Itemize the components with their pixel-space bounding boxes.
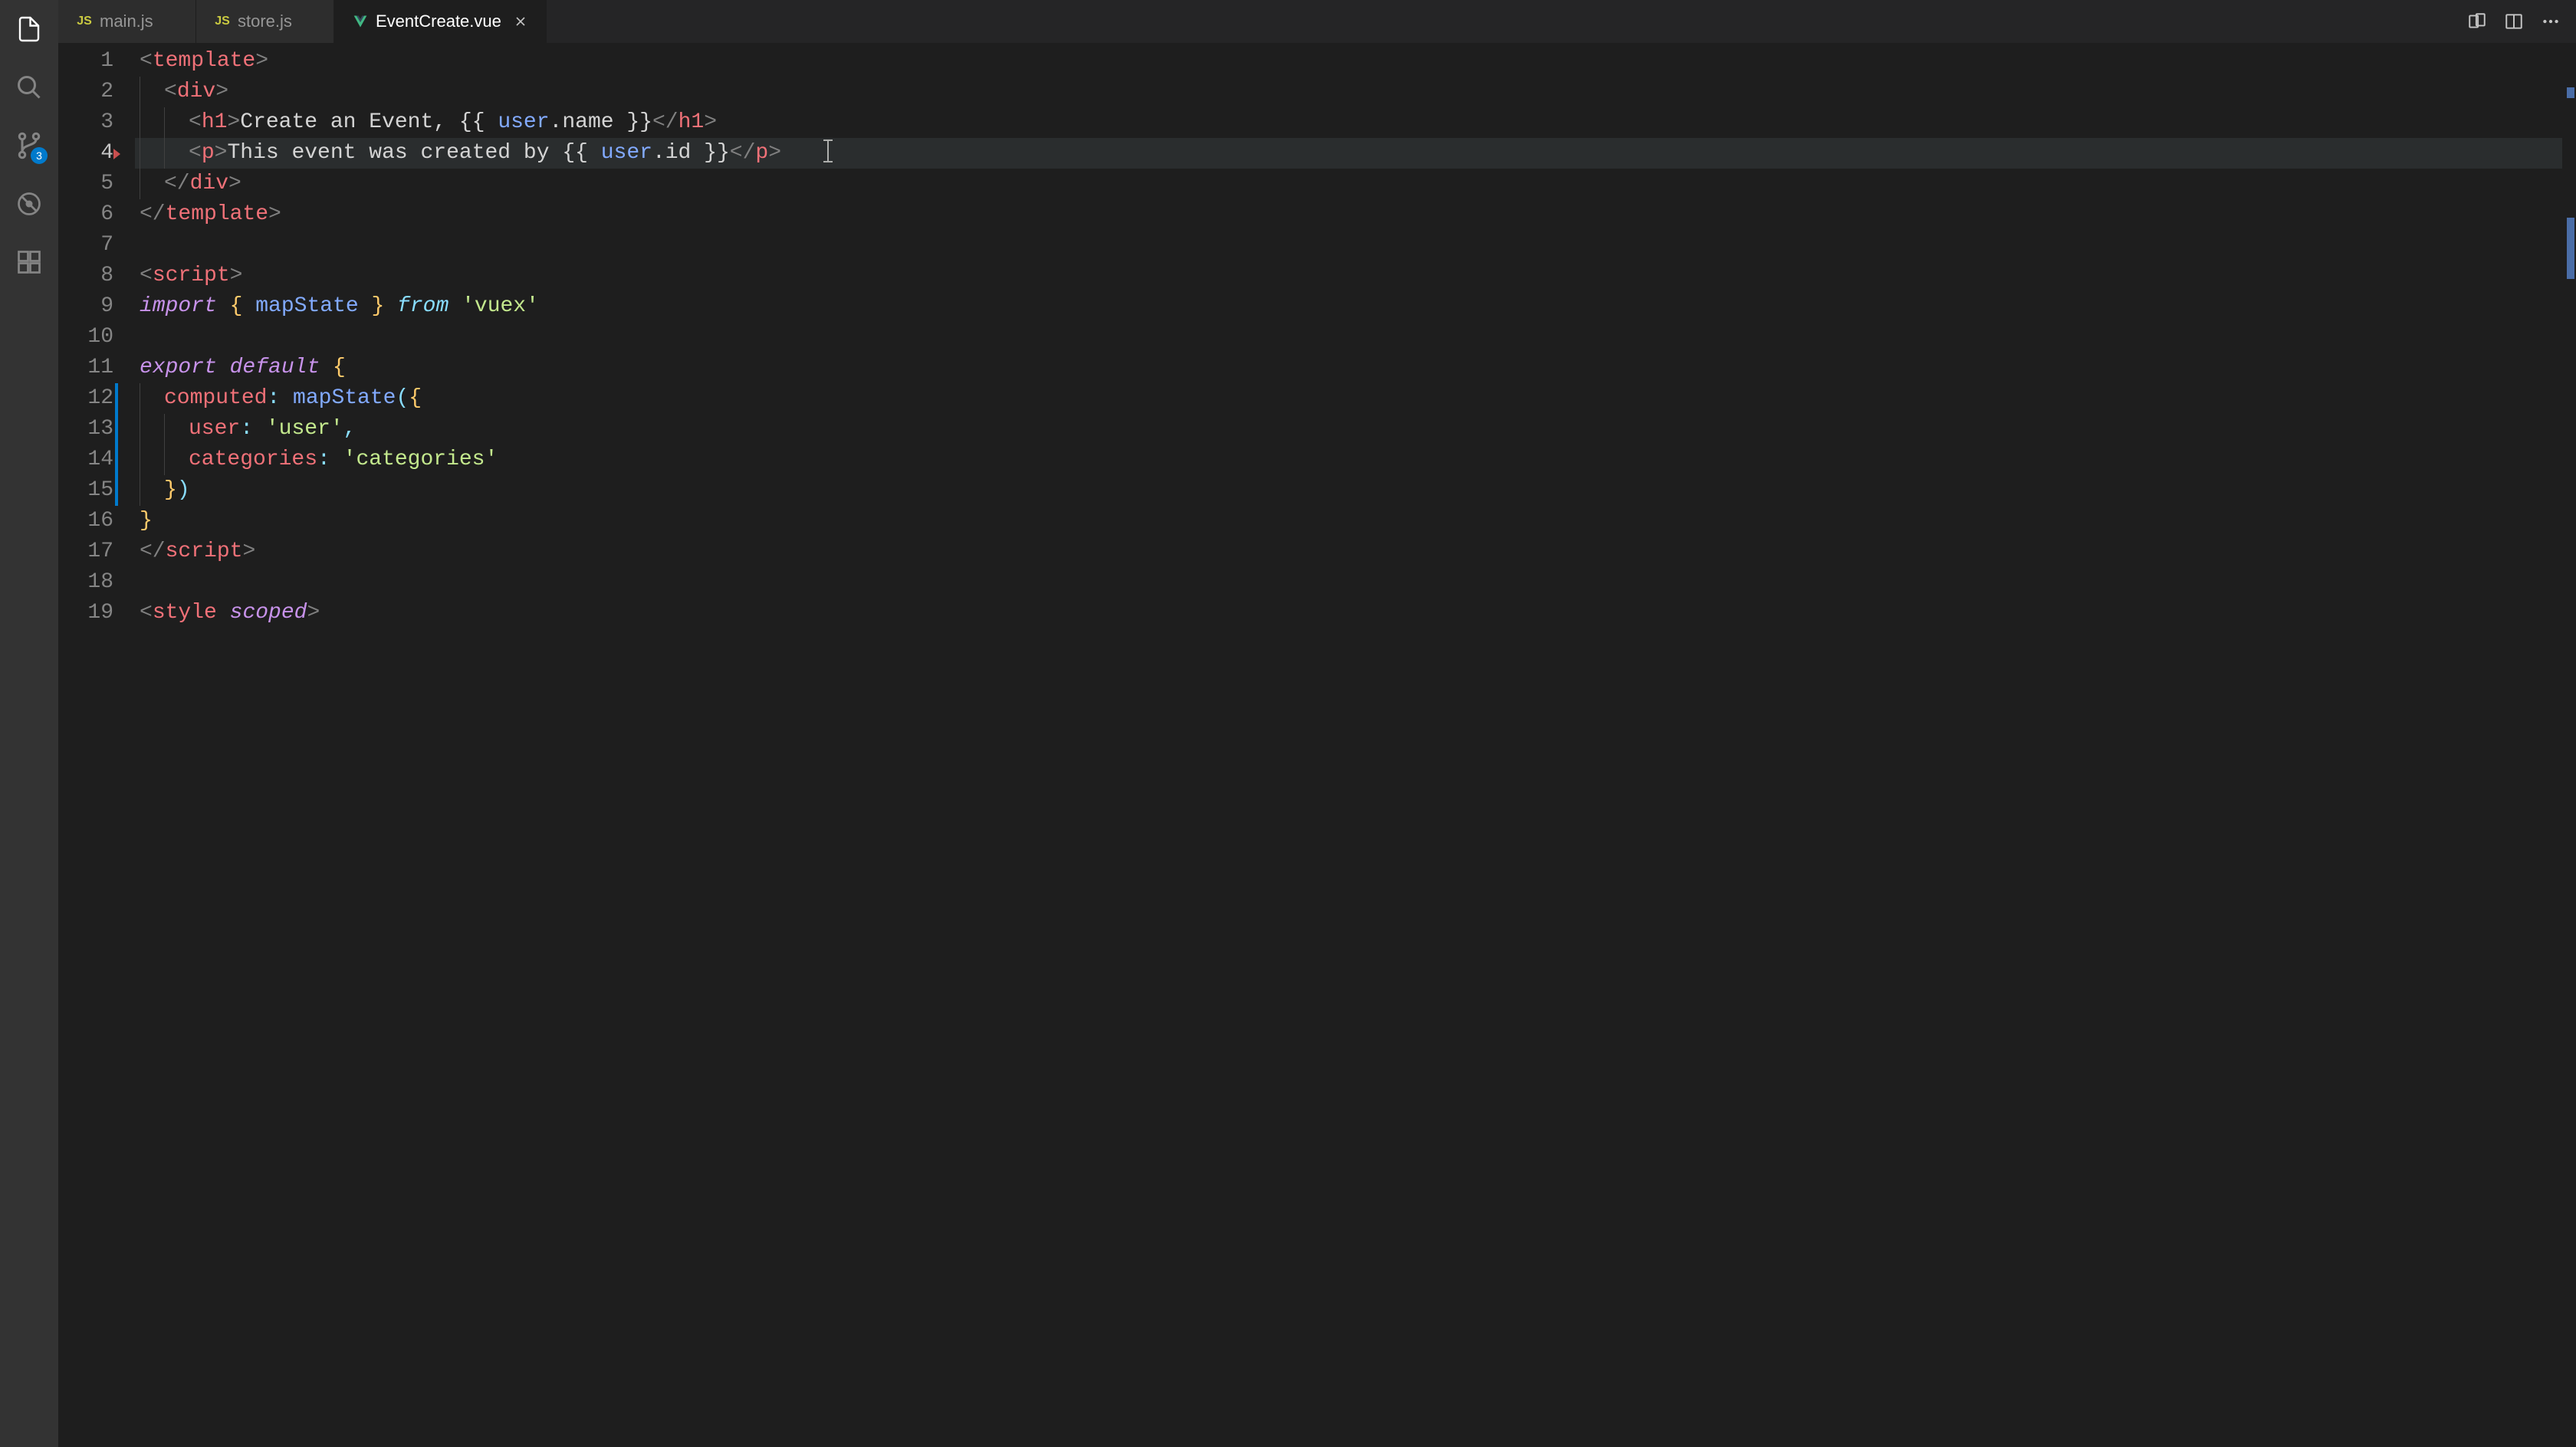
line-number: 16	[58, 506, 113, 536]
line-number: 11	[58, 353, 113, 383]
split-editor-icon[interactable]	[2504, 11, 2524, 31]
git-modified-indicator	[115, 475, 118, 506]
indent-guide	[164, 445, 165, 475]
minimap-scrollbar[interactable]	[2562, 43, 2576, 1447]
minimap-slider-1[interactable]	[2567, 87, 2574, 98]
tab-label: store.js	[238, 11, 292, 31]
code-line[interactable]	[135, 230, 2562, 261]
main-area: JSmain.jsJSstore.jsEventCreate.vue 12345…	[58, 0, 2576, 1447]
vue-file-icon	[353, 14, 368, 29]
text-cursor	[827, 139, 829, 162]
app-root: 3 JS main.js JS store.js EventCreate.vue	[0, 0, 2576, 1447]
code-line[interactable]: </div>	[135, 169, 2562, 199]
activity-bar: 3	[0, 0, 58, 1447]
git-modified-indicator	[115, 414, 118, 445]
extensions-icon	[15, 248, 43, 276]
line-number: 5	[58, 169, 113, 199]
tab-EventCreate-vue[interactable]: EventCreate.vue	[334, 0, 547, 43]
minimap-slider-2[interactable]	[2567, 218, 2574, 279]
line-number: 9	[58, 291, 113, 322]
js-file-icon: JS	[77, 14, 92, 29]
line-number: 4	[58, 138, 113, 169]
line-number: 13	[58, 414, 113, 445]
more-actions-icon[interactable]	[2541, 11, 2561, 31]
tabs-bar: JS main.js JS store.js EventCreate.vue	[58, 0, 2576, 43]
fold-indicator-icon[interactable]	[113, 149, 120, 159]
code-line[interactable]: <h1>Create an Event, {{ user.name }}</h1…	[135, 107, 2562, 138]
line-number: 1	[58, 46, 113, 77]
code-line[interactable]: <script>	[135, 261, 2562, 291]
line-number: 8	[58, 261, 113, 291]
line-number: 15	[58, 475, 113, 506]
code-editor[interactable]: 12345678910111213141516171819 <template>…	[58, 43, 2576, 1447]
line-number: 19	[58, 598, 113, 628]
code-line[interactable]: computed: mapState({	[135, 383, 2562, 414]
code-content[interactable]: <template><div><h1>Create an Event, {{ u…	[135, 43, 2562, 1447]
code-line[interactable]	[135, 567, 2562, 598]
code-line[interactable]: <div>	[135, 77, 2562, 107]
git-modified-indicator	[115, 383, 118, 414]
debug-icon	[15, 190, 43, 218]
code-line[interactable]: export default {	[135, 353, 2562, 383]
line-number: 14	[58, 445, 113, 475]
tab-store-js[interactable]: JS store.js	[196, 0, 334, 43]
activity-source-control[interactable]: 3	[14, 130, 44, 161]
indent-guide	[164, 138, 165, 169]
code-line[interactable]: <p>This event was created by {{ user.id …	[135, 138, 2562, 169]
code-line[interactable]: <style scoped>	[135, 598, 2562, 628]
search-icon	[15, 74, 43, 101]
line-number: 6	[58, 199, 113, 230]
activity-search[interactable]	[14, 72, 44, 103]
editor-actions	[2467, 0, 2576, 43]
line-number-gutter: 12345678910111213141516171819	[58, 43, 135, 1447]
line-number: 18	[58, 567, 113, 598]
close-icon[interactable]	[514, 15, 527, 28]
activity-debug[interactable]	[14, 189, 44, 219]
tab-label: EventCreate.vue	[376, 11, 501, 31]
code-line[interactable]: }	[135, 506, 2562, 536]
line-number: 12	[58, 383, 113, 414]
code-line[interactable]: import { mapState } from 'vuex'	[135, 291, 2562, 322]
tab-main-js[interactable]: JS main.js	[58, 0, 196, 43]
code-line[interactable]: </template>	[135, 199, 2562, 230]
js-file-icon: JS	[215, 14, 230, 29]
line-number: 3	[58, 107, 113, 138]
code-line[interactable]: user: 'user',	[135, 414, 2562, 445]
source-control-badge: 3	[31, 147, 48, 164]
code-line[interactable]: <template>	[135, 46, 2562, 77]
line-number: 7	[58, 230, 113, 261]
indent-guide	[164, 107, 165, 138]
compare-changes-icon[interactable]	[2467, 11, 2487, 31]
code-line[interactable]	[135, 322, 2562, 353]
indent-guide	[164, 414, 165, 445]
activity-extensions[interactable]	[14, 247, 44, 277]
git-modified-indicator	[115, 445, 118, 475]
code-line[interactable]: })	[135, 475, 2562, 506]
line-number: 2	[58, 77, 113, 107]
line-number: 10	[58, 322, 113, 353]
activity-explorer[interactable]	[14, 14, 44, 44]
code-line[interactable]: categories: 'categories'	[135, 445, 2562, 475]
tab-label: main.js	[100, 11, 153, 31]
files-icon	[15, 15, 43, 43]
code-line[interactable]: </script>	[135, 536, 2562, 567]
line-number: 17	[58, 536, 113, 567]
